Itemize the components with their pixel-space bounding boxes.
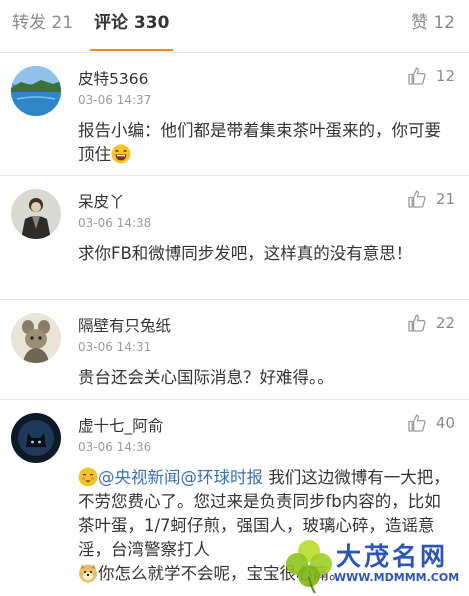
timestamp: 03-06 14:31: [78, 340, 152, 354]
like-button[interactable]: 22: [407, 312, 455, 334]
comment-text: @央视新闻@环球时报 我们这边微博有一大把，不劳您费心了。您过来是负责同步fb内…: [78, 466, 457, 586]
timestamp: 03-06 14:38: [78, 216, 152, 230]
tab-comments[interactable]: 评论 330: [90, 0, 174, 52]
comment-text: 贵台还会关心国际消息？好难得。。: [78, 368, 334, 387]
avatar[interactable]: [11, 313, 61, 363]
username[interactable]: 皮特5366: [78, 67, 148, 89]
avatar[interactable]: [11, 189, 61, 239]
like-count: 12: [435, 67, 455, 85]
username[interactable]: 呆皮丫: [78, 190, 125, 212]
like-count: 40: [435, 414, 455, 432]
like-count: 21: [435, 190, 455, 208]
lake-avatar-image: [11, 66, 61, 116]
comment-text: 求你FB和微博同步发吧，这样真的没有意思！: [78, 244, 413, 263]
comment-item: 皮特5366 03-06 14:37 12 报告小编：他们都是带着集束茶叶蛋来的…: [0, 53, 469, 176]
comment-body: 你怎么就学不会呢，宝宝很心痛。: [98, 564, 346, 583]
doge-emoji-icon: [79, 564, 97, 583]
comment-item: 呆皮丫 03-06 14:38 21 求你FB和微博同步发吧，这样真的没有意思！: [0, 176, 469, 300]
avatar[interactable]: [11, 66, 61, 116]
thumbs-up-icon: [408, 190, 426, 208]
laughing-emoji-icon: [111, 144, 131, 164]
like-count: 22: [435, 314, 455, 332]
like-button[interactable]: 21: [407, 188, 455, 210]
comment-tabs: 转发 21 评论 330 赞 12: [0, 0, 469, 53]
tab-comments-label: 评论 330: [94, 13, 170, 33]
mouse-figurine-avatar-image: [11, 313, 61, 363]
like-button[interactable]: 40: [407, 412, 455, 434]
username[interactable]: 隔壁有只兔纸: [78, 314, 171, 336]
timestamp: 03-06 14:37: [78, 93, 152, 107]
timestamp: 03-06 14:36: [78, 440, 152, 454]
thumbs-up-icon: [408, 67, 426, 85]
robed-figure-avatar-image: [11, 189, 61, 239]
like-button[interactable]: 12: [407, 65, 455, 87]
avatar[interactable]: [11, 413, 61, 463]
tab-likes[interactable]: 赞 12: [411, 0, 455, 52]
comment-body: 报告小编：他们都是带着集束茶叶蛋来的，你可要顶住: [78, 121, 441, 164]
thumbs-up-icon: [408, 414, 426, 432]
active-tab-indicator: [90, 49, 174, 51]
mention-link[interactable]: @环球时报: [181, 468, 264, 487]
cheeky-emoji-icon: [78, 467, 98, 487]
username[interactable]: 虚十七_阿俞: [78, 414, 163, 436]
comment-item: 隔壁有只兔纸 03-06 14:31 22 贵台还会关心国际消息？好难得。。: [0, 300, 469, 400]
cat-avatar-image: [11, 413, 61, 463]
thumbs-up-icon: [408, 314, 426, 332]
tab-reposts[interactable]: 转发 21: [12, 0, 73, 52]
mention-link[interactable]: @央视新闻: [98, 468, 181, 487]
comment-item: 虚十七_阿俞 03-06 14:36 40 @央视新闻@环球时报 我们这边微博有…: [0, 400, 469, 596]
comment-text: 报告小编：他们都是带着集束茶叶蛋来的，你可要顶住: [78, 119, 457, 167]
